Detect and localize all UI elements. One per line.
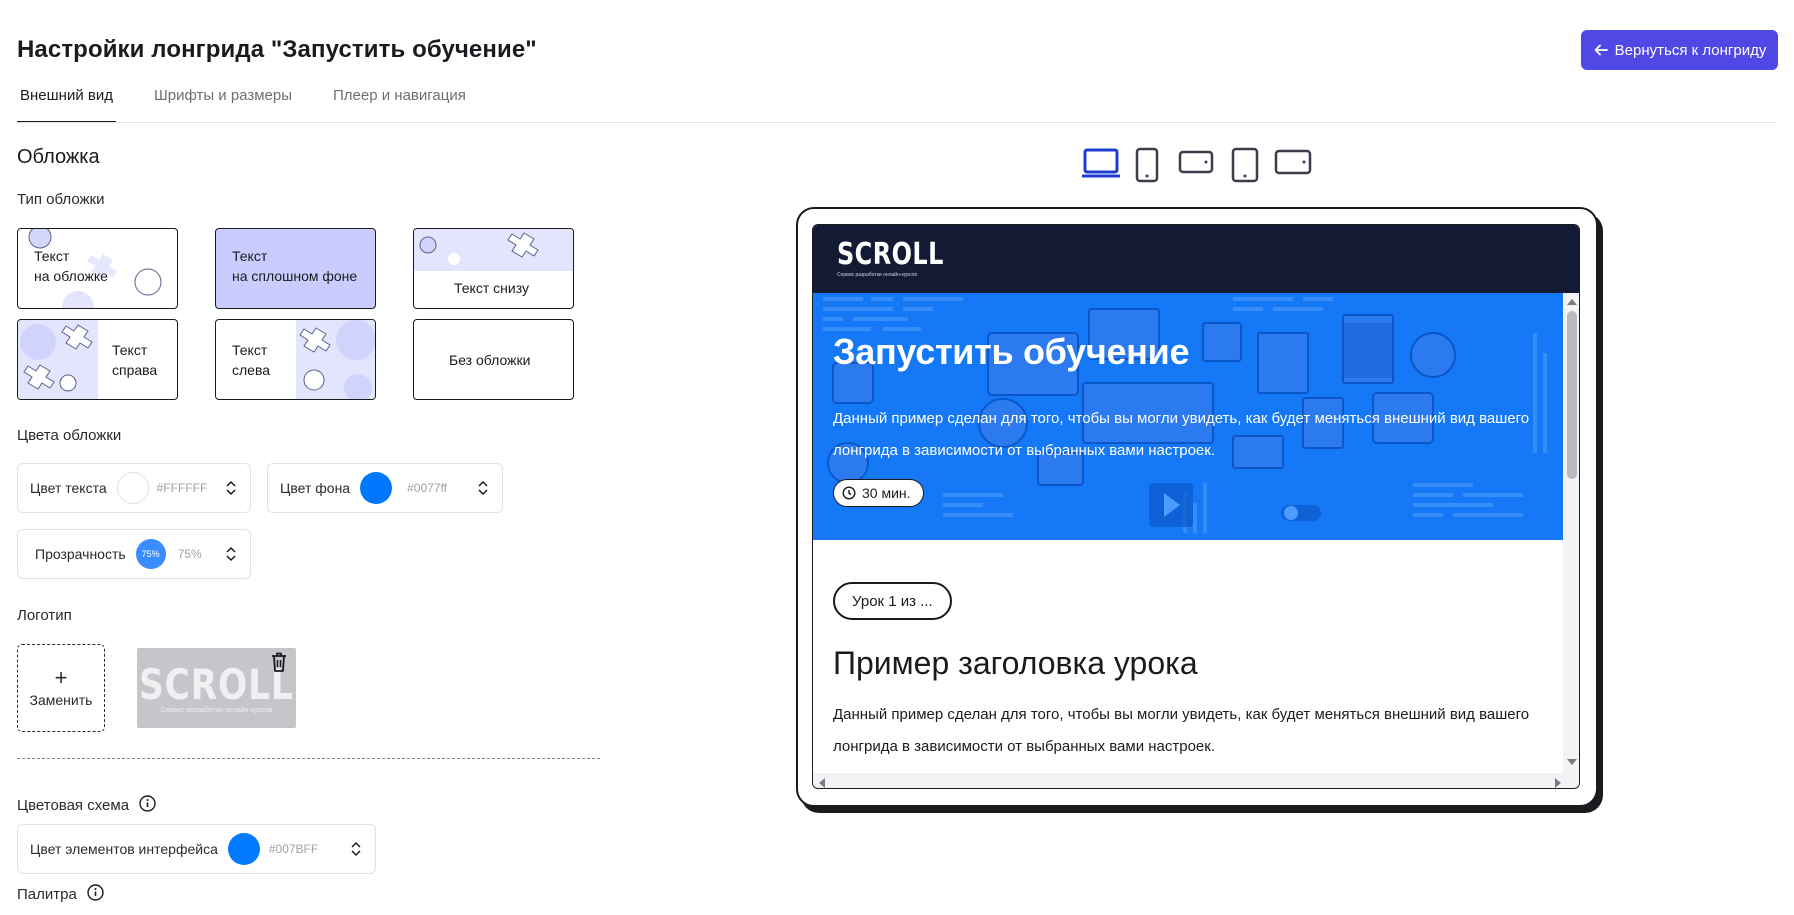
- lesson-title: Пример заголовка урока: [833, 645, 1198, 681]
- bg-color-swatch[interactable]: [360, 472, 393, 504]
- text-color-swatch[interactable]: [116, 472, 149, 504]
- preview-logo: SCROLL Сервис разработки онлайн-курсов: [837, 237, 970, 279]
- tablet-portrait-icon[interactable]: [1230, 147, 1260, 183]
- laptop-icon[interactable]: [1081, 147, 1121, 181]
- text-color-label: Цвет текста: [30, 480, 107, 496]
- tab-appearance[interactable]: Внешний вид: [17, 85, 116, 123]
- cover-type-line1: Текст: [112, 342, 148, 358]
- tabs-divider: [17, 122, 1777, 123]
- color-scheme-title: Цветовая схема: [17, 797, 130, 814]
- cover-type-none[interactable]: Без обложки: [413, 319, 574, 400]
- info-icon[interactable]: [139, 795, 156, 812]
- cover-type-text-right[interactable]: Текст справа: [17, 319, 178, 400]
- tablet-landscape-icon[interactable]: [1178, 147, 1214, 177]
- cover-type-line1: Текст: [232, 342, 268, 358]
- cover-type-label: Тип обложки: [17, 191, 105, 208]
- scroll-up-icon[interactable]: [1566, 297, 1578, 307]
- cover-pattern-icon: [296, 320, 375, 399]
- replace-logo-label: Заменить: [29, 692, 93, 708]
- text-color-value: #FFFFFF: [156, 481, 208, 495]
- cover-type-text-left[interactable]: Текст слева: [215, 319, 376, 400]
- preview-scroll-thumb[interactable]: [1567, 311, 1577, 479]
- back-to-longread-button[interactable]: Вернуться к лонгриду: [1581, 30, 1778, 70]
- page-title: Настройки лонгрида "Запустить обучение": [17, 36, 537, 63]
- duration-badge: 30 мин.: [833, 479, 924, 507]
- cover-type-line2: на сплошном фоне: [232, 268, 358, 284]
- tablet-landscape-icon[interactable]: [1274, 147, 1312, 177]
- bg-color-label: Цвет фона: [280, 480, 351, 496]
- palette-title: Палитра: [17, 886, 77, 903]
- cover-pattern-icon: [18, 320, 98, 399]
- preview-horizontal-scrollbar[interactable]: [813, 773, 1579, 788]
- cover-type-line2: слева: [232, 362, 271, 378]
- cover-type-line1: Текст: [34, 248, 70, 264]
- preview-cover-desc: Данный пример сделан для того, чтобы вы …: [833, 410, 1530, 459]
- cover-section-title: Обложка: [17, 146, 100, 168]
- preview-cover-title: Запустить обучение: [833, 331, 1190, 372]
- text-color-field[interactable]: Цвет текста #FFFFFF: [17, 463, 251, 513]
- cover-type-solid-bg[interactable]: Текст на сплошном фоне: [215, 228, 376, 309]
- preview-screen: SCROLL Сервис разработки онлайн-курсов З…: [812, 224, 1580, 789]
- scroll-right-icon[interactable]: [1553, 777, 1563, 789]
- palette-label: Палитра: [17, 884, 104, 903]
- info-icon[interactable]: [87, 884, 104, 901]
- logo-label: Логотип: [17, 607, 72, 624]
- cover-type-line1: Текст: [232, 248, 268, 264]
- stepper-icon[interactable]: [349, 841, 363, 857]
- preview-cover: Запустить обучение Данный пример сделан …: [813, 293, 1563, 540]
- color-scheme-label: Цветовая схема: [17, 795, 156, 814]
- preview-header: SCROLL Сервис разработки онлайн-курсов: [813, 225, 1579, 293]
- cover-type-line1: Текст снизу: [454, 280, 529, 296]
- tablet-portrait-icon[interactable]: [1134, 147, 1160, 183]
- stepper-icon[interactable]: [476, 480, 490, 496]
- ui-color-label: Цвет элементов интерфейса: [30, 841, 218, 857]
- ui-color-value: #007BFF: [268, 842, 319, 856]
- bg-color-value: #0077ff: [407, 481, 447, 495]
- cover-colors-label: Цвета обложки: [17, 427, 122, 444]
- tab-fonts[interactable]: Шрифты и размеры: [151, 85, 295, 123]
- cover-type-line2: справа: [112, 362, 158, 378]
- back-button-label: Вернуться к лонгриду: [1614, 41, 1767, 59]
- trash-icon[interactable]: [269, 651, 289, 673]
- duration-text: 30 мин.: [862, 485, 911, 501]
- stepper-icon[interactable]: [224, 546, 238, 562]
- ui-color-field[interactable]: Цвет элементов интерфейса #007BFF: [17, 824, 376, 874]
- scroll-down-icon[interactable]: [1566, 757, 1578, 767]
- section-divider: [17, 758, 600, 759]
- cover-type-text-on-cover[interactable]: Текст на обложке: [17, 228, 178, 309]
- plus-icon: +: [54, 665, 68, 690]
- preview-brand: SCROLL: [837, 237, 944, 272]
- arrow-left-icon: [1594, 44, 1608, 56]
- cover-type-line2: на обложке: [34, 268, 108, 284]
- opacity-field[interactable]: Прозрачность 75% 75%: [17, 529, 251, 579]
- cover-type-text-bottom[interactable]: Текст снизу: [413, 228, 574, 309]
- tab-player[interactable]: Плеер и навигация: [330, 85, 469, 123]
- settings-tabs: Внешний вид Шрифты и размеры Плеер и нав…: [17, 85, 504, 123]
- clock-icon: [842, 486, 856, 500]
- lesson-text: Данный пример сделан для того, чтобы вы …: [833, 706, 1530, 755]
- preview-brand-sub: Сервис разработки онлайн-курсов: [837, 272, 917, 278]
- cover-type-line1: Без обложки: [449, 352, 531, 368]
- bg-color-field[interactable]: Цвет фона #0077ff: [267, 463, 503, 513]
- stepper-icon[interactable]: [224, 480, 238, 496]
- ui-color-swatch[interactable]: [227, 833, 260, 865]
- opacity-value: 75%: [177, 547, 202, 561]
- lesson-counter-badge: Урок 1 из ...: [833, 582, 952, 620]
- replace-logo-button[interactable]: + Заменить: [17, 644, 105, 732]
- cover-pattern-icon: [414, 229, 573, 271]
- opacity-label: Прозрачность: [35, 546, 126, 562]
- scroll-left-icon[interactable]: [817, 777, 827, 789]
- opacity-badge: 75%: [135, 539, 166, 569]
